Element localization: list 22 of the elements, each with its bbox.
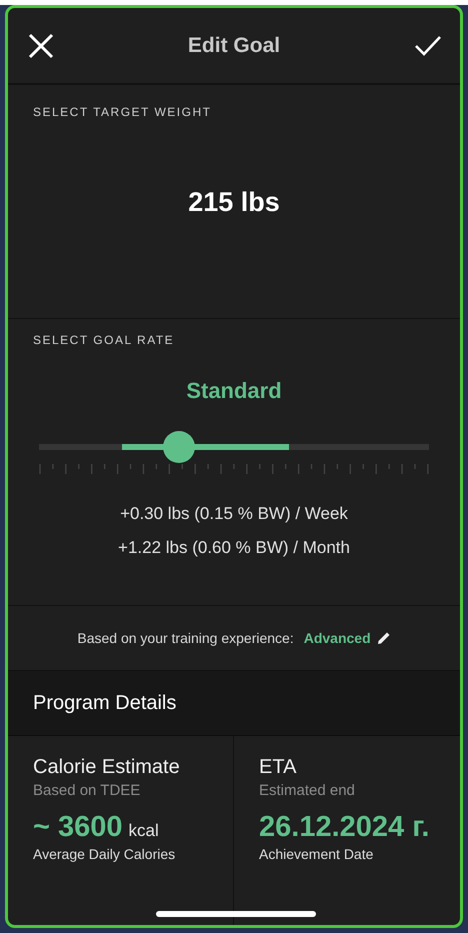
experience-text: Based on your training experience: bbox=[77, 630, 294, 646]
close-icon[interactable] bbox=[28, 32, 54, 58]
experience-level[interactable]: Advanced bbox=[304, 630, 371, 646]
card-value: ~ 3600 bbox=[33, 811, 123, 844]
unit-label: kcal bbox=[128, 821, 159, 841]
card-caption: Average Daily Calories bbox=[33, 846, 176, 862]
section-label: SELECT GOAL RATE bbox=[33, 333, 176, 347]
card-value: 26.12.2024 г. bbox=[259, 811, 430, 844]
section-label: SELECT TARGET WEIGHT bbox=[33, 105, 212, 119]
card-subtitle: Based on TDEE bbox=[33, 782, 140, 799]
target-weight-value[interactable]: 215 lbs bbox=[188, 187, 280, 218]
section-title: Program Details bbox=[33, 692, 176, 714]
goal-rate-name: Standard bbox=[186, 378, 282, 404]
rate-text: +0.30 lbs (0.15 % BW) / Week bbox=[120, 504, 348, 524]
card-caption: Achievement Date bbox=[259, 846, 374, 862]
pencil-icon[interactable] bbox=[376, 631, 391, 645]
checkmark-icon[interactable] bbox=[414, 34, 442, 56]
card-title: ETA bbox=[259, 756, 296, 779]
rate-text: +1.22 lbs (0.60 % BW) / Month bbox=[118, 538, 350, 558]
card-subtitle: Estimated end bbox=[259, 782, 355, 799]
screen-title: Edit Goal bbox=[188, 34, 280, 58]
card-title: Calorie Estimate bbox=[33, 756, 180, 779]
